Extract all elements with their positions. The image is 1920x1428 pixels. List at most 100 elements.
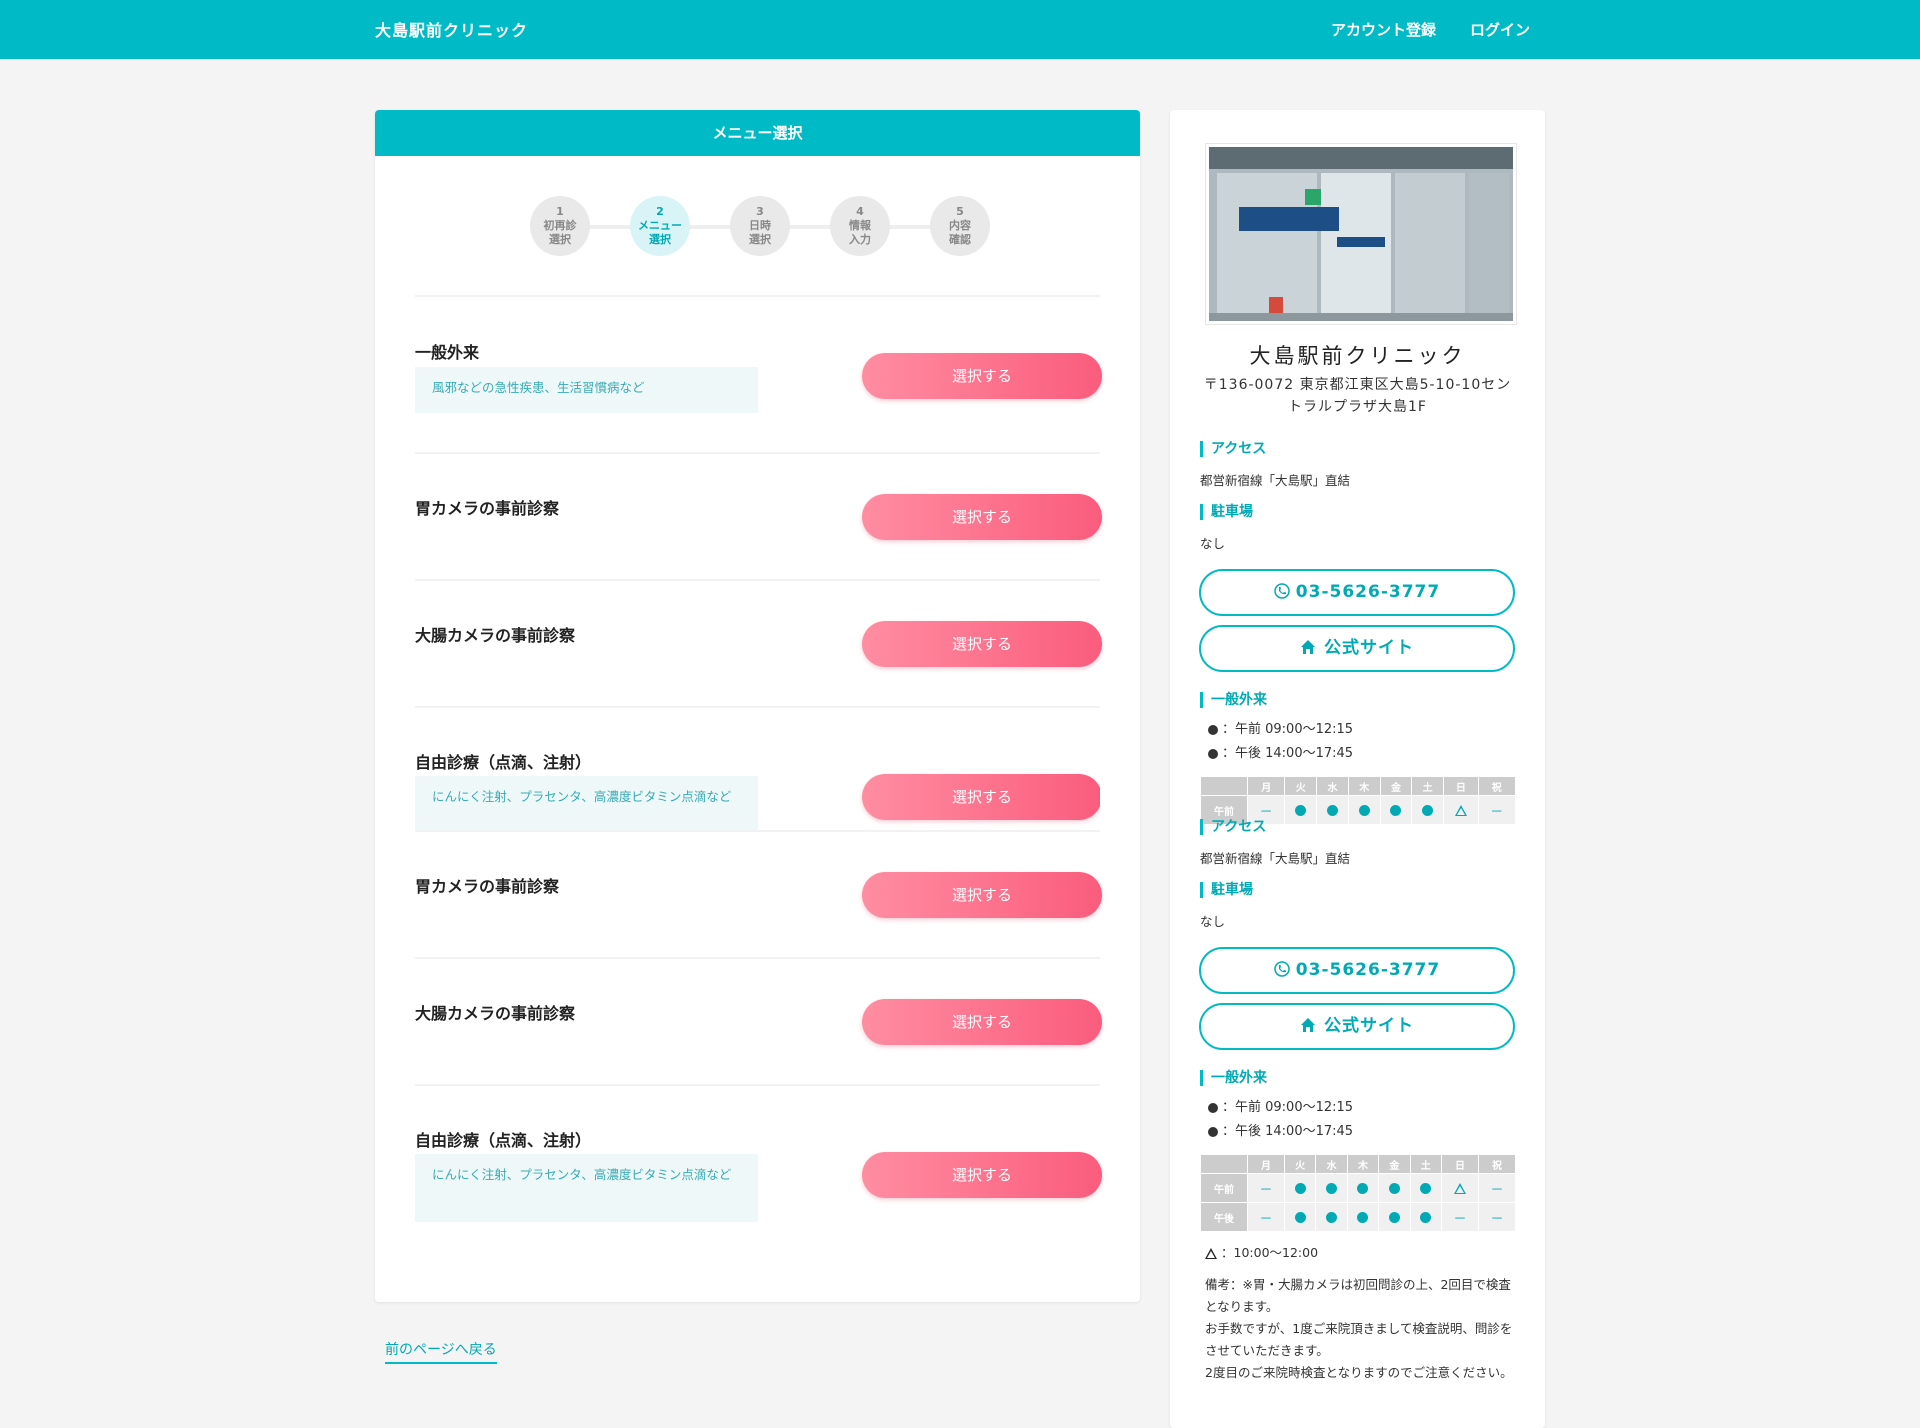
open-dot-icon: [1285, 796, 1317, 824]
am-hours: ：午前 09:00～12:15: [1208, 718, 1353, 742]
official-site-button[interactable]: 公式サイト: [1199, 1003, 1515, 1050]
closed-dash: －: [1248, 1174, 1284, 1202]
phone-icon: [1274, 961, 1290, 977]
remark-line: 備考：※胃・大腸カメラは初回問診の上、2回目で検査となります。: [1205, 1277, 1511, 1314]
menu-item-desc: 風邪などの急性疾患、生活習慣病など: [415, 367, 758, 413]
site-logo[interactable]: 大島駅前クリニック: [375, 17, 528, 41]
site-header: 大島駅前クリニック アカウント登録 ログイン: [0, 0, 1920, 59]
schedule-day-header: 水: [1317, 777, 1348, 795]
official-site-label: 公式サイト: [1324, 1016, 1414, 1036]
clinic-entrance-illustration: [1209, 147, 1513, 321]
step-indicator: 1 初再診 選択 2 メニュー 選択 3 日時 選択 4 情報 入力 5 内容 確認: [530, 196, 990, 256]
outpatient-heading: 一般外来: [1200, 692, 1267, 708]
open-dot-icon: [1317, 796, 1348, 824]
parking-text: なし: [1200, 536, 1226, 551]
open-dot-icon: [1347, 1203, 1379, 1231]
phone-button[interactable]: 03-5626-3777: [1199, 947, 1515, 994]
menu-item: 自由診療（点滴、注射） にんにく注射、プラセンタ、高濃度ビタミン点滴など 選択す…: [415, 1084, 1102, 1264]
menu-item-desc: にんにく注射、プラセンタ、高濃度ビタミン点滴など: [415, 776, 758, 830]
schedule-day-header: 金: [1379, 1155, 1410, 1173]
schedule-day-header: 日: [1442, 1155, 1478, 1173]
open-dot-icon: [1412, 796, 1444, 824]
partial-triangle-icon: [1442, 1174, 1478, 1202]
remark-line: 2度目のご来院時検査となりますのでご注意ください。: [1205, 1365, 1513, 1380]
open-dot-icon: [1347, 1174, 1379, 1202]
open-dot-icon: [1316, 1203, 1347, 1231]
step-3: 3 日時 選択: [730, 196, 790, 256]
open-dot-icon: [1379, 1203, 1410, 1231]
clinic-name: 大島駅前クリニック: [1249, 344, 1466, 368]
closed-dash: －: [1478, 1203, 1515, 1231]
access-heading: アクセス: [1200, 819, 1266, 835]
clinic-sidebar: 大島駅前クリニック 〒136-0072 東京都江東区大島5-10-10セントラル…: [1170, 110, 1545, 1428]
phone-number: 03-5626-3777: [1295, 582, 1441, 602]
menu-item-name: 大腸カメラの事前診察: [415, 1004, 576, 1023]
parking-heading: 駐車場: [1200, 504, 1253, 520]
access-heading: アクセス: [1200, 441, 1266, 457]
login-link[interactable]: ログイン: [1470, 19, 1530, 40]
schedule-day-header: 日: [1444, 777, 1478, 795]
schedule-row: 午後－－－: [1201, 1203, 1515, 1231]
triangle-icon: [1205, 1248, 1217, 1259]
closed-dash: －: [1248, 1203, 1284, 1231]
schedule-corner: [1201, 777, 1247, 795]
menu-item: 胃カメラの事前診察 選択する: [415, 830, 1102, 957]
closed-dash: －: [1478, 1174, 1515, 1202]
open-dot-icon: [1379, 1174, 1410, 1202]
step-4: 4 情報 入力: [830, 196, 890, 256]
schedule-row-label: 午前: [1201, 1174, 1247, 1202]
schedule-table-1: 月火水木金土日祝午前－－: [1200, 776, 1516, 825]
select-button[interactable]: 選択する: [862, 494, 1102, 540]
open-dot-icon: [1410, 1203, 1441, 1231]
step-2-current: 2 メニュー 選択: [630, 196, 690, 256]
phone-button[interactable]: 03-5626-3777: [1199, 569, 1515, 616]
open-dot-icon: [1380, 796, 1412, 824]
schedule-day-header: 土: [1412, 777, 1444, 795]
open-dot-icon: [1316, 1174, 1347, 1202]
triangle-note: ：10:00～12:00: [1205, 1242, 1520, 1264]
schedule-day-header: 祝: [1478, 1155, 1515, 1173]
schedule-row-label: 午後: [1201, 1203, 1247, 1231]
select-button[interactable]: 選択する: [862, 353, 1102, 399]
official-site-button[interactable]: 公式サイト: [1199, 625, 1515, 672]
menu-item-desc: にんにく注射、プラセンタ、高濃度ビタミン点滴など: [415, 1154, 758, 1222]
closed-dash: －: [1478, 796, 1515, 824]
menu-item: 大腸カメラの事前診察 選択する: [415, 579, 1102, 706]
back-link[interactable]: 前のページへ戻る: [385, 1339, 497, 1364]
schedule-row: 午前－－: [1201, 1174, 1515, 1202]
schedule-day-header: 月: [1248, 777, 1285, 795]
access-text: 都営新宿線「大島駅」直結: [1200, 473, 1351, 488]
access-text: 都営新宿線「大島駅」直結: [1200, 851, 1351, 866]
closed-dash: －: [1442, 1203, 1478, 1231]
remark-line: お手数ですが、1度ご来院頂きまして検査説明、問診をさせていただきます。: [1205, 1321, 1513, 1358]
card-title: メニュー選択: [375, 110, 1140, 156]
select-button[interactable]: 選択する: [862, 774, 1100, 820]
select-button[interactable]: 選択する: [862, 999, 1102, 1045]
select-button[interactable]: 選択する: [862, 1152, 1102, 1198]
open-dot-icon: [1348, 796, 1380, 824]
pm-hours: ：午後 14:00～17:45: [1208, 1120, 1353, 1144]
schedule-day-header: 水: [1316, 1155, 1347, 1173]
schedule-day-header: 祝: [1478, 777, 1515, 795]
clinic-photo: [1206, 144, 1516, 324]
select-button[interactable]: 選択する: [862, 621, 1102, 667]
menu-select-card: メニュー選択 1 初再診 選択 2 メニュー 選択 3 日時 選択 4 情報 入力 5 内容 確認 …: [375, 110, 1140, 1302]
select-button[interactable]: 選択する: [862, 872, 1102, 918]
official-site-label: 公式サイト: [1324, 638, 1414, 658]
schedule-day-header: 火: [1285, 777, 1317, 795]
menu-item-name: 自由診療（点滴、注射）: [415, 1131, 592, 1150]
schedule-day-header: 木: [1347, 1155, 1379, 1173]
pm-hours: ：午後 14:00～17:45: [1208, 742, 1353, 766]
menu-item-name: 胃カメラの事前診察: [415, 877, 560, 896]
remarks: 備考：※胃・大腸カメラは初回問診の上、2回目で検査となります。 お手数ですが、1…: [1205, 1274, 1520, 1384]
register-link[interactable]: アカウント登録: [1331, 19, 1436, 40]
bullet-dot: [1208, 1126, 1218, 1137]
schedule-day-header: 木: [1348, 777, 1380, 795]
home-icon: [1301, 640, 1315, 654]
schedule-day-header: 火: [1284, 1155, 1316, 1173]
phone-number: 03-5626-3777: [1295, 960, 1441, 980]
menu-item: 大腸カメラの事前診察 選択する: [415, 957, 1102, 1084]
step-1: 1 初再診 選択: [530, 196, 590, 256]
open-dot-icon: [1284, 1203, 1316, 1231]
parking-heading: 駐車場: [1200, 882, 1253, 898]
